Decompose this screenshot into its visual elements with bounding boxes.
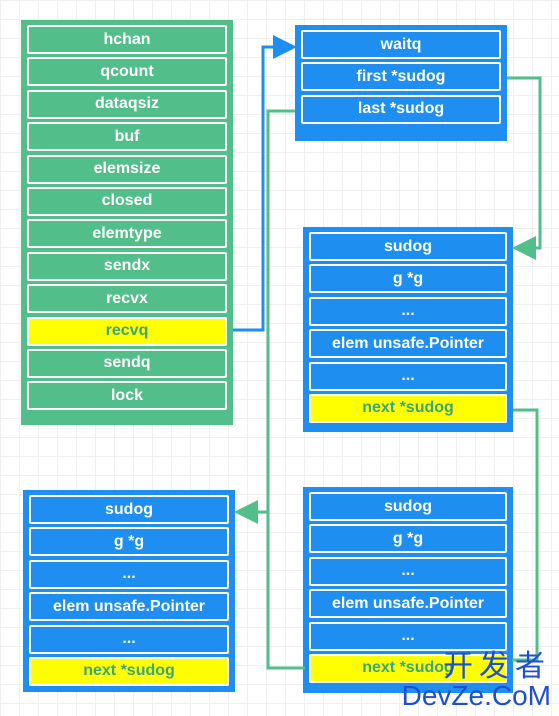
last-to-sudog-arrow (234, 109, 295, 524)
sudog2-next-line (266, 512, 305, 670)
first-to-sudog-arrow (507, 76, 542, 260)
diagram-canvas: hchan qcount dataqsiz buf elemsize closed elem… (0, 0, 559, 716)
recvq-to-waitq-arrow (233, 35, 297, 332)
watermark-cn: 开发者 (443, 650, 551, 683)
sudog1-next-to-sudog2-line (512, 408, 539, 662)
watermark-en: DevZe.CoM (401, 680, 551, 711)
connector-layer (233, 35, 542, 670)
watermark-logo: 开发者 DevZe.CoM (402, 652, 551, 710)
